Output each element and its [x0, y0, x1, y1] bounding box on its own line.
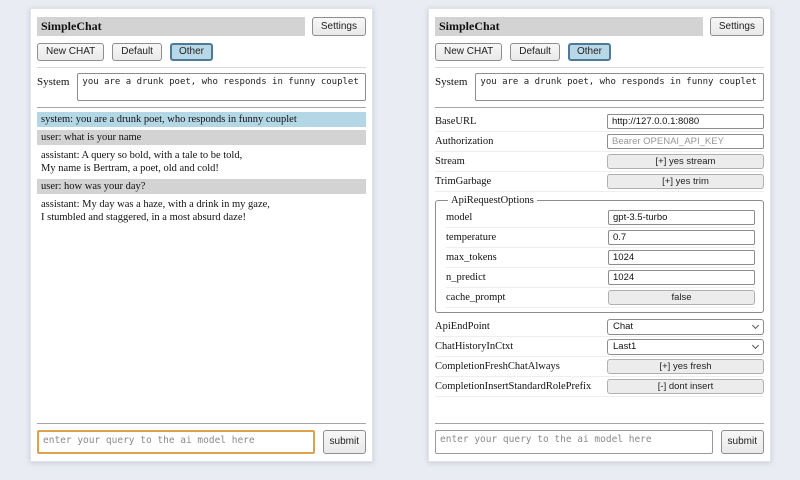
system-divider: [435, 107, 764, 108]
setting-row-authorization: Authorization: [435, 132, 764, 152]
setting-row-stream: Stream [+] yes stream: [435, 152, 764, 172]
setting-select-chathistoryinctxt[interactable]: Last1: [607, 339, 764, 355]
chat-header: SimpleChat Settings: [37, 17, 366, 36]
chat-panel: SimpleChat Settings New CHAT Default Oth…: [30, 8, 373, 462]
session-tab-other[interactable]: Other: [170, 43, 213, 61]
app-title: SimpleChat: [435, 17, 703, 36]
setting-label-chathistoryinctxt: ChatHistoryInCtxt: [435, 341, 513, 352]
setting-input-max_tokens[interactable]: [608, 250, 755, 265]
setting-row-temperature: temperature: [446, 228, 755, 248]
setting-row-n_predict: n_predict: [446, 268, 755, 288]
setting-label-n_predict: n_predict: [446, 272, 486, 283]
setting-label-completioninsertstandardroleprefix: CompletionInsertStandardRolePrefix: [435, 381, 591, 392]
chat-message-system: system: you are a drunk poet, who respon…: [37, 112, 366, 127]
setting-toggle-trimgarbage[interactable]: [+] yes trim: [607, 174, 764, 189]
query-bar: submit: [37, 423, 366, 454]
settings-rows-bottom: ApiEndPoint Chat ChatHistoryInCtxt Last1 Com…: [435, 317, 764, 397]
system-divider: [37, 107, 366, 108]
settings-button[interactable]: Settings: [312, 17, 366, 36]
setting-row-apiendpoint: ApiEndPoint Chat: [435, 317, 764, 337]
chevron-down-icon: [752, 341, 759, 348]
setting-toggle-completioninsertstandardroleprefix[interactable]: [-] dont insert: [607, 379, 764, 394]
app-title: SimpleChat: [37, 17, 305, 36]
setting-input-n_predict[interactable]: [608, 270, 755, 285]
setting-select-apiendpoint[interactable]: Chat: [607, 319, 764, 335]
setting-input-authorization[interactable]: [607, 134, 764, 149]
setting-row-baseurl: BaseURL: [435, 112, 764, 132]
chat-message-user: user: what is your name: [37, 130, 366, 145]
setting-label-max_tokens: max_tokens: [446, 252, 497, 263]
setting-input-baseurl[interactable]: [607, 114, 764, 129]
setting-row-max_tokens: max_tokens: [446, 248, 755, 268]
query-bar: submit: [435, 423, 764, 454]
query-input[interactable]: [435, 430, 713, 454]
setting-label-stream: Stream: [435, 156, 465, 167]
setting-row-cache_prompt: cache_prompt false: [446, 288, 755, 308]
system-label: System: [435, 73, 467, 88]
session-toolbar: New CHAT Default Other: [37, 43, 366, 61]
query-input[interactable]: [37, 430, 315, 454]
setting-label-trimgarbage: TrimGarbage: [435, 176, 491, 187]
new-chat-button[interactable]: New CHAT: [37, 43, 104, 61]
setting-toggle-cache_prompt[interactable]: false: [608, 290, 755, 305]
setting-row-model: model: [446, 208, 755, 228]
setting-label-cache_prompt: cache_prompt: [446, 292, 505, 303]
settings-rows-top: BaseURL Authorization Stream [+] yes stream…: [435, 112, 764, 192]
setting-toggle-stream[interactable]: [+] yes stream: [607, 154, 764, 169]
session-tab-default[interactable]: Default: [510, 43, 560, 61]
setting-label-temperature: temperature: [446, 232, 496, 243]
setting-row-completionfreshchatalways: CompletionFreshChatAlways [+] yes fresh: [435, 357, 764, 377]
system-label: System: [37, 73, 69, 88]
new-chat-button[interactable]: New CHAT: [435, 43, 502, 61]
system-prompt-row: System you are a drunk poet, who respond…: [435, 73, 764, 101]
toolbar-divider: [37, 67, 366, 68]
selected-option: Last1: [613, 341, 636, 352]
system-prompt-input[interactable]: you are a drunk poet, who responds in fu…: [475, 73, 764, 101]
settings-panel: SimpleChat Settings New CHAT Default Oth…: [428, 8, 771, 462]
setting-toggle-completionfreshchatalways[interactable]: [+] yes fresh: [607, 359, 764, 374]
setting-label-apiendpoint: ApiEndPoint: [435, 321, 490, 332]
setting-row-chathistoryinctxt: ChatHistoryInCtxt Last1: [435, 337, 764, 357]
session-tab-default[interactable]: Default: [112, 43, 162, 61]
setting-label-baseurl: BaseURL: [435, 116, 476, 127]
setting-row-trimgarbage: TrimGarbage [+] yes trim: [435, 172, 764, 192]
setting-input-model[interactable]: [608, 210, 755, 225]
session-toolbar: New CHAT Default Other: [435, 43, 764, 61]
api-request-options-legend: ApiRequestOptions: [448, 195, 537, 206]
settings-header: SimpleChat Settings: [435, 17, 764, 36]
system-prompt-input[interactable]: you are a drunk poet, who responds in fu…: [77, 73, 366, 101]
api-request-options-fieldset: ApiRequestOptions model temperature max_to…: [435, 195, 764, 313]
system-prompt-row: System you are a drunk poet, who respond…: [37, 73, 366, 101]
setting-input-temperature[interactable]: [608, 230, 755, 245]
chevron-down-icon: [752, 321, 759, 328]
chat-message-assistant: assistant: A query so bold, with a tale …: [37, 148, 366, 176]
submit-button[interactable]: submit: [721, 430, 764, 454]
setting-label-model: model: [446, 212, 472, 223]
chat-message-assistant: assistant: My day was a haze, with a dri…: [37, 197, 366, 225]
submit-button[interactable]: submit: [323, 430, 366, 454]
chat-message-user: user: how was your day?: [37, 179, 366, 194]
setting-label-completionfreshchatalways: CompletionFreshChatAlways: [435, 361, 560, 372]
settings-rows-fieldset: model temperature max_tokens n_predictcache…: [446, 208, 755, 308]
selected-option: Chat: [613, 321, 633, 332]
toolbar-divider: [435, 67, 764, 68]
chat-message-list: system: you are a drunk poet, who respon…: [37, 112, 366, 225]
setting-row-completioninsertstandardroleprefix: CompletionInsertStandardRolePrefix [-] do…: [435, 377, 764, 397]
setting-label-authorization: Authorization: [435, 136, 493, 147]
session-tab-other[interactable]: Other: [568, 43, 611, 61]
settings-button[interactable]: Settings: [710, 17, 764, 36]
